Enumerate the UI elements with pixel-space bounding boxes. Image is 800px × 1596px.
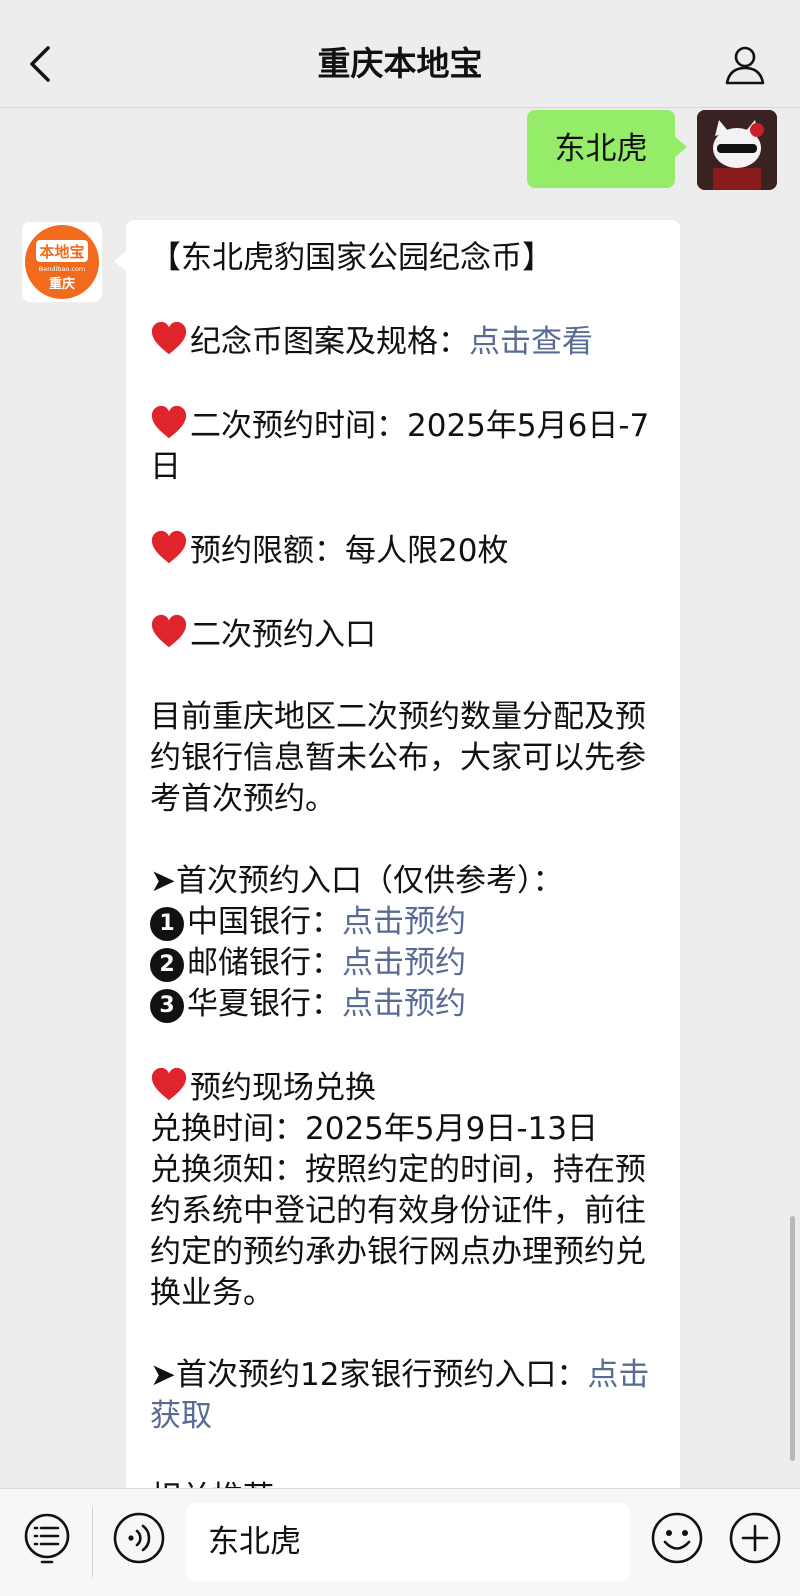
chat-title: 重庆本地宝 [317, 44, 483, 83]
input-toolbar: 东北虎 [0, 1488, 800, 1596]
pattern-label: 纪念币图案及规格： [190, 324, 469, 360]
bendibao-logo-icon: 本地宝 Bendibao.com 重庆 [22, 222, 102, 302]
exchange-heading: 预约现场兑换 [190, 1070, 376, 1106]
second-time-label: 二次预约时间： [190, 408, 407, 444]
svg-text:本地宝: 本地宝 [39, 243, 84, 261]
limit-value: 每人限20枚 [345, 533, 509, 569]
navigation-bar: 重庆本地宝 [0, 0, 800, 108]
user-message-bubble[interactable]: 东北虎 [527, 110, 687, 188]
bot-message-bubble[interactable]: 【东北虎豹国家公园纪念币】 纪念币图案及规格：点击查看 二次预约时间：2025年… [114, 220, 680, 1488]
svg-text:重庆: 重庆 [49, 276, 75, 292]
user-avatar-image [697, 110, 777, 190]
user-avatar[interactable] [697, 110, 777, 190]
svg-text:Bendibao.com: Bendibao.com [39, 265, 85, 273]
exchange-notice: 兑换须知：按照约定的时间，持在预约系统中登记的有效身份证件，前往约定的预约承办银… [150, 1152, 646, 1311]
bank-item: 1 中国银行：点击预约 [150, 902, 656, 943]
first-entry-heading: ➤首次预约入口（仅供参考）： [150, 863, 564, 899]
menu-list-icon[interactable] [22, 1511, 72, 1565]
bank-reserve-link[interactable]: 点击预约 [342, 986, 466, 1022]
exchange-time: 兑换时间：2025年5月9日-13日 [150, 1111, 598, 1147]
pattern-line: 纪念币图案及规格：点击查看 [150, 320, 656, 363]
heart-icon [151, 1067, 187, 1101]
bank-name: 邮储银行： [187, 945, 342, 981]
number-badge-icon: 3 [150, 989, 184, 1023]
scrollbar[interactable] [790, 1216, 795, 1461]
number-badge-icon: 1 [150, 907, 184, 941]
official-account-avatar[interactable]: 本地宝 Bendibao.com 重庆 [22, 222, 102, 302]
second-entry-line: 二次预约入口 [150, 613, 656, 656]
twelve-banks-line: ➤首次预约12家银行预约入口：点击获取 [150, 1355, 656, 1437]
plus-icon[interactable] [728, 1511, 782, 1565]
profile-icon[interactable] [724, 44, 766, 86]
emoji-icon[interactable] [650, 1511, 704, 1565]
message-title: 【东北虎豹国家公园纪念币】 [150, 240, 553, 276]
second-entry-text: 二次预约入口 [190, 617, 376, 653]
info-paragraph: 目前重庆地区二次预约数量分配及预约银行信息暂未公布，大家可以先参考首次预约。 [150, 699, 646, 817]
number-badge-icon: 2 [150, 948, 184, 982]
bank-name: 华夏银行： [187, 986, 342, 1022]
bank-reserve-link[interactable]: 点击预约 [342, 945, 466, 981]
voice-icon[interactable] [112, 1511, 166, 1565]
bank-item: 2 邮储银行：点击预约 [150, 943, 656, 984]
heart-icon [151, 530, 187, 564]
second-time-line: 二次预约时间：2025年5月6日-7日 [150, 404, 656, 488]
heart-icon [151, 321, 187, 355]
heart-icon [151, 614, 187, 648]
related-heading: 相关推荐： [150, 1478, 656, 1488]
toolbar-divider [92, 1507, 93, 1577]
limit-line: 预约限额：每人限20枚 [150, 529, 656, 572]
bank-name: 中国银行： [187, 904, 342, 940]
heart-icon [151, 405, 187, 439]
pattern-link[interactable]: 点击查看 [469, 324, 593, 360]
chat-area[interactable]: 东北虎 本地宝 Bendibao.com 重庆 【东北虎豹国家公园纪念币】 纪念… [0, 108, 800, 1488]
exchange-heading-line: 预约现场兑换 [150, 1066, 656, 1109]
twelve-banks-label: ➤首次预约12家银行预约入口： [150, 1357, 588, 1393]
bank-reserve-link[interactable]: 点击预约 [342, 904, 466, 940]
bank-item: 3 华夏银行：点击预约 [150, 984, 656, 1025]
limit-label: 预约限额： [190, 533, 345, 569]
message-input[interactable]: 东北虎 [186, 1503, 630, 1581]
